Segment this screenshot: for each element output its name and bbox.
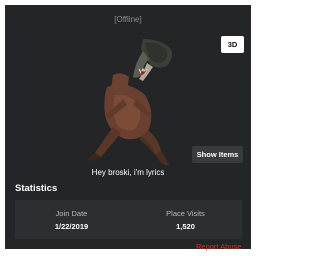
stat-label: Place Visits: [166, 209, 205, 218]
status-message: Hey broski, i'm lyrics: [91, 168, 165, 177]
view-3d-button[interactable]: 3D: [221, 36, 244, 53]
show-items-button[interactable]: Show Items: [192, 146, 243, 163]
presence-status: [Offline]: [114, 15, 142, 24]
stat-value: 1,520: [176, 222, 195, 231]
stat-place-visits: Place Visits 1,520: [129, 200, 242, 239]
stat-label: Join Date: [55, 209, 88, 218]
stat-join-date: Join Date 1/22/2019: [15, 200, 128, 239]
stat-value: 1/22/2019: [54, 222, 89, 231]
report-abuse-link[interactable]: Report Abuse: [196, 242, 241, 251]
avatar-model-image: [87, 39, 173, 166]
statistics-box: Join Date 1/22/2019 Place Visits 1,520: [15, 200, 242, 239]
statistics-title: Statistics: [15, 183, 58, 194]
avatar-3d-viewer[interactable]: [65, 29, 205, 171]
profile-panel: [Offline] 3D Show Items Hey broski, i'm …: [5, 5, 251, 251]
